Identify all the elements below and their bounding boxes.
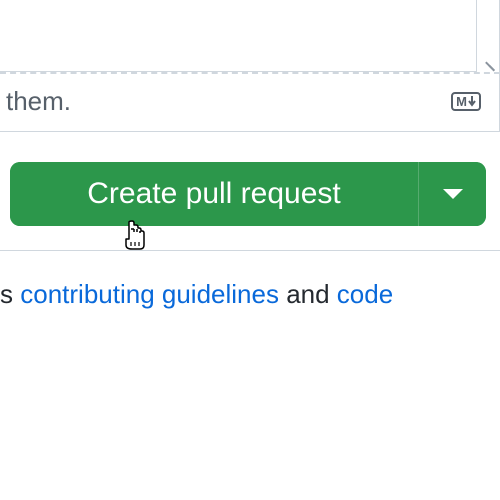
text-connector: and bbox=[279, 279, 337, 309]
create-pr-split-button: Create pull request bbox=[10, 162, 486, 226]
footer-hint-text: them. bbox=[6, 86, 71, 117]
create-pr-dropdown-button[interactable] bbox=[418, 162, 486, 226]
editor-footer: them. M bbox=[0, 74, 500, 132]
text-fragment: s bbox=[0, 279, 20, 309]
comment-editor[interactable] bbox=[0, 0, 500, 72]
create-pr-label: Create pull request bbox=[87, 177, 340, 211]
contributing-guidelines-link[interactable]: contributing guidelines bbox=[20, 279, 279, 309]
actions-row: Create pull request bbox=[0, 132, 500, 250]
markdown-icon[interactable]: M bbox=[451, 92, 481, 111]
resize-handle-icon[interactable] bbox=[481, 54, 497, 70]
create-pr-button[interactable]: Create pull request bbox=[10, 162, 418, 226]
chevron-down-icon bbox=[443, 189, 463, 199]
code-link[interactable]: code bbox=[337, 279, 393, 309]
guidelines-text: s contributing guidelines and code bbox=[0, 251, 500, 310]
